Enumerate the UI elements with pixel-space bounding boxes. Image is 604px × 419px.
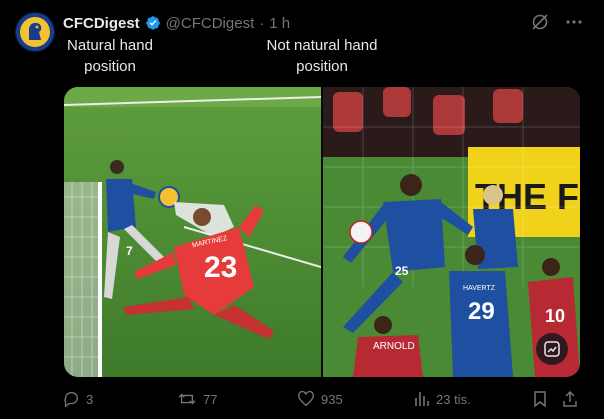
image-edit-button[interactable] — [536, 333, 568, 365]
author-handle[interactable]: @CFCDigest — [166, 15, 255, 32]
more-icon[interactable] — [564, 12, 584, 32]
caption-right: Not natural hand position — [266, 37, 378, 75]
photo-right[interactable]: THE F 25 29 HAVERTZ 10 ARNOLD — [323, 87, 580, 377]
player-number-a: 25 — [395, 264, 409, 278]
grok-icon[interactable] — [530, 12, 550, 32]
bookmark-button[interactable] — [532, 390, 548, 408]
like-icon — [298, 390, 314, 407]
author-name[interactable]: CFCDigest — [63, 15, 140, 32]
tweet-header: CFCDigest @CFCDigest · 1 h — [63, 13, 290, 33]
goalkeeper-number: 23 — [204, 251, 237, 284]
header-actions — [530, 12, 584, 32]
share-icon — [563, 390, 577, 407]
player-name-b: HAVERTZ — [463, 285, 496, 292]
avatar[interactable] — [15, 12, 55, 52]
reply-icon — [64, 392, 78, 408]
verified-badge-icon — [145, 16, 160, 30]
reply-button[interactable]: 3 — [62, 390, 93, 408]
image-edit-icon — [544, 341, 560, 357]
share-button[interactable] — [562, 390, 578, 408]
repost-icon — [178, 393, 196, 405]
views-button[interactable]: 23 tis. — [414, 390, 471, 408]
tweet-actions: 3 77 935 23 tis. — [62, 390, 586, 412]
tweet: CFCDigest @CFCDigest · 1 h Natural hand … — [0, 0, 604, 419]
chelsea-lion-icon — [16, 13, 54, 51]
bookmark-icon — [534, 391, 546, 408]
repost-button[interactable]: 77 — [177, 390, 217, 408]
attacker-number: 7 — [126, 244, 133, 258]
timestamp[interactable]: 1 h — [269, 15, 290, 32]
player-number-b: 29 — [468, 298, 495, 325]
like-count: 935 — [321, 391, 343, 407]
separator: · — [259, 14, 265, 32]
opponent-back-name: ARNOLD — [373, 341, 415, 352]
photo-left[interactable]: 7 23 MARTINEZ — [64, 87, 321, 377]
opponent-number: 10 — [545, 306, 565, 326]
tweet-media[interactable]: 7 23 MARTINEZ THE F 25 29 HAVERTZ 10 ARN… — [64, 87, 580, 377]
reply-count: 3 — [86, 391, 94, 407]
caption-left: Natural hand position — [67, 37, 153, 75]
views-count: 23 tis. — [436, 391, 471, 407]
repost-count: 77 — [203, 391, 218, 407]
views-icon — [415, 392, 429, 406]
like-button[interactable]: 935 — [297, 390, 343, 408]
